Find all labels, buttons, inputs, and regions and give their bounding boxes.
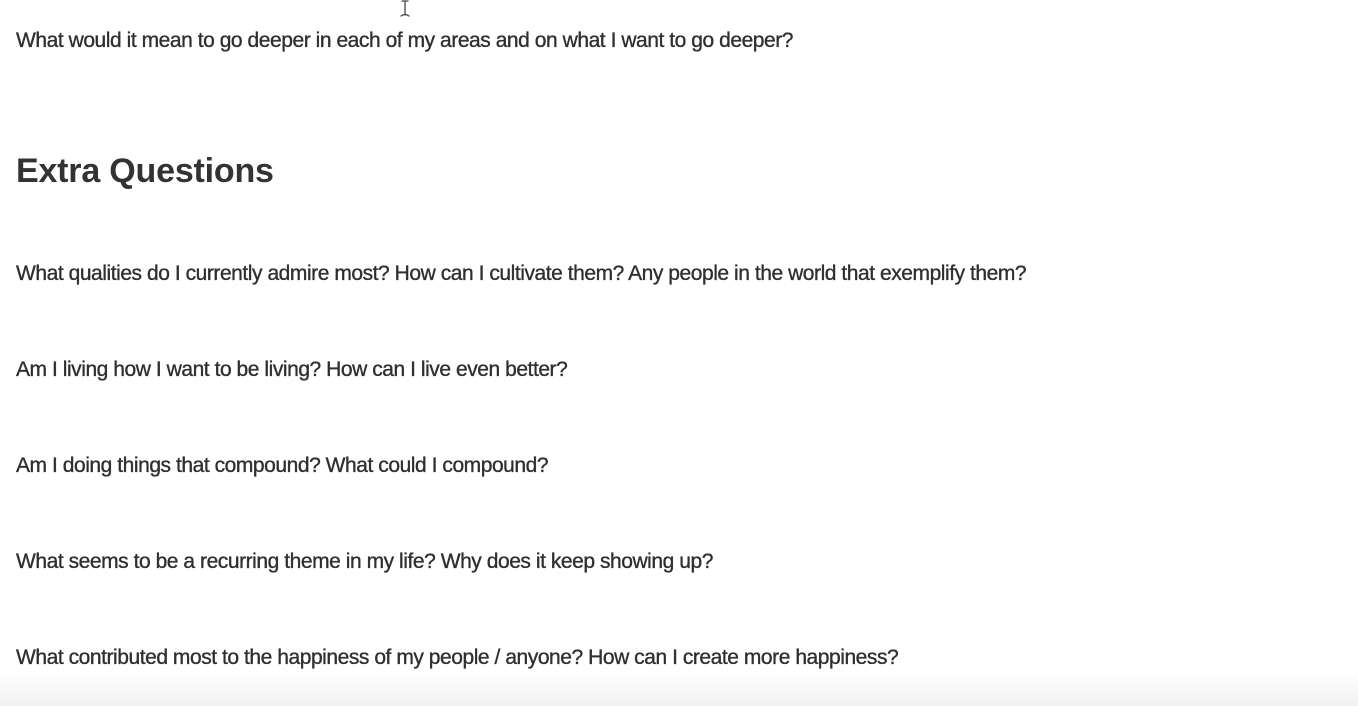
- text-cursor-icon: [400, 0, 410, 17]
- question-qualities[interactable]: What qualities do I currently admire mos…: [16, 260, 1027, 288]
- section-heading[interactable]: Extra Questions: [16, 151, 274, 191]
- question-compound[interactable]: Am I doing things that compound? What co…: [16, 452, 549, 480]
- question-living[interactable]: Am I living how I want to be living? How…: [16, 356, 568, 384]
- question-recurring-theme[interactable]: What seems to be a recurring theme in my…: [16, 548, 714, 576]
- question-happiness[interactable]: What contributed most to the happiness o…: [16, 644, 899, 672]
- document-page: What would it mean to go deeper in each …: [0, 0, 1358, 706]
- intro-question[interactable]: What would it mean to go deeper in each …: [16, 27, 794, 55]
- bottom-fade-overlay: [0, 670, 1358, 706]
